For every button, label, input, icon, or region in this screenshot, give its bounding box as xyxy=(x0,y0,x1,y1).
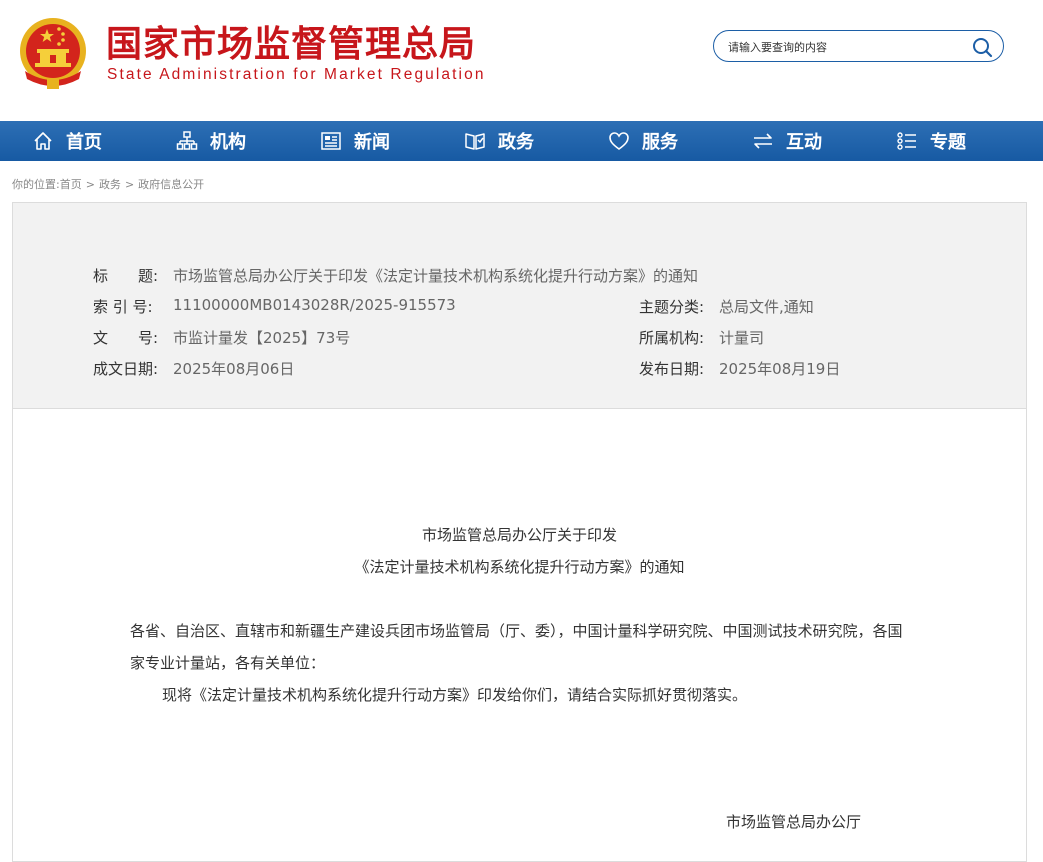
meta-docno-label: 文 号: xyxy=(93,329,159,347)
site-header: 国家市场监督管理总局 State Administration for Mark… xyxy=(0,0,1043,121)
home-icon xyxy=(34,132,52,150)
meta-date-label: 成文日期: xyxy=(93,360,159,378)
exchange-icon xyxy=(754,133,772,149)
search-box xyxy=(713,30,1004,62)
doc-title-line1: 市场监管总局办公厅关于印发 xyxy=(421,526,617,544)
breadcrumb-separator: > xyxy=(124,178,135,191)
doc-addressees: 各省、自治区、直辖市和新疆生产建设兵团市场监管局（厅、委），中国计量科学研究院、… xyxy=(130,622,903,672)
search-icon[interactable] xyxy=(971,36,993,58)
site-subtitle: State Administration for Market Regulati… xyxy=(107,66,486,83)
meta-index-value: 11100000MB0143028R/2025-915573 xyxy=(173,296,456,314)
article-container: 标 题: 市场监管总局办公厅关于印发《法定计量技术机构系统化提升行动方案》的通知… xyxy=(12,202,1027,862)
nav-item-service[interactable]: 服务 xyxy=(608,121,678,161)
news-icon xyxy=(321,132,341,150)
meta-org-value: 计量司 xyxy=(719,329,765,347)
meta-pubdate-value: 2025年08月19日 xyxy=(719,360,841,378)
meta-pubdate-label: 发布日期: xyxy=(639,360,705,378)
nav-item-home[interactable]: 首页 xyxy=(32,121,102,161)
nav-label: 专题 xyxy=(930,132,966,153)
meta-title-label: 标 题: xyxy=(93,267,159,285)
nav-label: 政务 xyxy=(498,132,534,153)
meta-org-label: 所属机构: xyxy=(639,329,705,347)
doc-signature: 市场监管总局办公厅 xyxy=(726,813,862,831)
breadcrumb: 你的位置:首页 > 政务 > 政府信息公开 xyxy=(12,176,204,192)
breadcrumb-prefix: 你的位置: xyxy=(12,178,60,191)
site-title[interactable]: 国家市场监督管理总局 xyxy=(106,20,476,68)
search-input[interactable] xyxy=(726,36,970,58)
nav-label: 机构 xyxy=(210,132,246,153)
meta-topic-value: 总局文件,通知 xyxy=(719,298,814,316)
breadcrumb-home[interactable]: 首页 xyxy=(60,178,82,191)
breadcrumb-gov[interactable]: 政务 xyxy=(99,178,121,191)
org-icon xyxy=(176,131,198,150)
breadcrumb-separator: > xyxy=(85,178,95,191)
meta-docno-value: 市监计量发【2025】73号 xyxy=(173,329,351,347)
meta-topic-label: 主题分类: xyxy=(639,298,705,316)
nav-label: 新闻 xyxy=(354,132,390,153)
nav-label: 首页 xyxy=(66,132,102,153)
nav-label: 服务 xyxy=(642,132,678,153)
gov-icon xyxy=(465,133,485,150)
meta-index-label: 索 引 号: xyxy=(93,298,153,316)
heart-icon xyxy=(609,132,629,150)
meta-title-value: 市场监管总局办公厅关于印发《法定计量技术机构系统化提升行动方案》的通知 xyxy=(173,267,699,285)
doc-title-line2: 《法定计量技术机构系统化提升行动方案》的通知 xyxy=(354,558,685,576)
nav-item-topics[interactable]: 专题 xyxy=(896,121,966,161)
list-icon xyxy=(897,132,916,150)
doc-meta-panel: 标 题: 市场监管总局办公厅关于印发《法定计量技术机构系统化提升行动方案》的通知… xyxy=(13,203,1026,409)
breadcrumb-info[interactable]: 政府信息公开 xyxy=(138,178,204,191)
nav-label: 互动 xyxy=(786,132,822,153)
doc-body: 现将《法定计量技术机构系统化提升行动方案》印发给你们，请结合实际抓好贯彻落实。 xyxy=(162,686,748,704)
nav-item-interact[interactable]: 互动 xyxy=(752,121,822,161)
meta-date-value: 2025年08月06日 xyxy=(173,360,295,378)
national-emblem-icon[interactable] xyxy=(17,15,89,91)
nav-item-gov[interactable]: 政务 xyxy=(464,121,534,161)
nav-item-news[interactable]: 新闻 xyxy=(320,121,390,161)
nav-item-org[interactable]: 机构 xyxy=(176,121,246,161)
main-nav: 首页 机构 新闻 政务 服务 互动 专题 xyxy=(0,121,1043,161)
